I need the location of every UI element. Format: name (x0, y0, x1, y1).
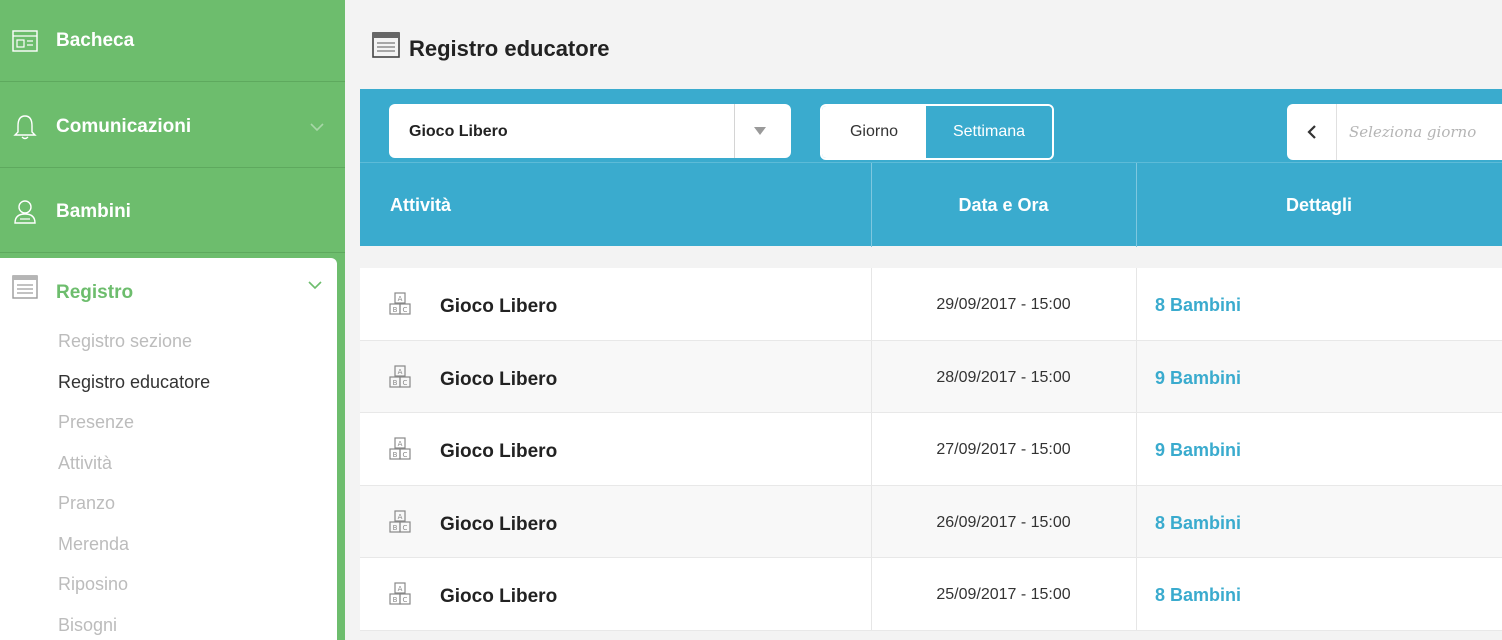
chevron-down-icon[interactable] (307, 280, 323, 290)
svg-text:A: A (398, 295, 403, 303)
activity-table-body: A B C Gioco Libero 29/09/2017 - 15:00 8 … (360, 268, 1502, 631)
sidebar-item-bambini[interactable]: Bambini (0, 171, 345, 253)
child-icon (14, 199, 36, 224)
sidebar-item-registro[interactable]: Registro (56, 282, 133, 304)
abc-blocks-icon: A B C (389, 437, 411, 460)
view-toggle: Giorno Settimana (820, 104, 1054, 160)
board-icon (12, 29, 38, 52)
abc-blocks-icon: A B C (389, 364, 411, 388)
abc-blocks-icon: A B C (389, 582, 411, 605)
sidebar-item-comunicazioni[interactable]: Comunicazioni (0, 86, 345, 168)
activity-datetime: 26/09/2017 - 15:00 (936, 513, 1071, 531)
children-count-link[interactable]: 8 Bambini (1155, 513, 1241, 534)
sidebar-item-label: Comunicazioni (56, 115, 192, 137)
activity-datetime: 29/09/2017 - 15:00 (936, 296, 1071, 313)
svg-text:B: B (393, 379, 398, 387)
svg-text:A: A (398, 513, 403, 521)
submenu-item-presenze[interactable]: Presenze (58, 402, 210, 443)
activity-name: Gioco Libero (440, 513, 558, 535)
registro-submenu: Registro sezione Registro educatore Pres… (58, 321, 210, 640)
column-divider (1136, 413, 1137, 485)
column-divider (1136, 485, 1137, 557)
date-navigator (1287, 104, 1502, 160)
previous-date-button[interactable] (1287, 104, 1337, 160)
view-week-button[interactable]: Settimana (926, 106, 1052, 158)
chevron-down-icon (310, 122, 324, 131)
column-divider (1136, 340, 1137, 412)
sidebar-item-label: Bacheca (56, 29, 135, 51)
table-row[interactable]: A B C Gioco Libero 25/09/2017 - 15:00 8 … (360, 558, 1502, 631)
svg-text:C: C (403, 451, 408, 459)
activity-datetime: 28/09/2017 - 15:00 (936, 368, 1071, 386)
submenu-item-registro-sezione[interactable]: Registro sezione (58, 321, 210, 362)
svg-text:A: A (398, 440, 403, 448)
activity-select-value: Gioco Libero (409, 123, 508, 140)
activity-select[interactable]: Gioco Libero (389, 104, 791, 158)
table-header: Attività Data e Ora Dettagli (360, 162, 1502, 247)
activity-datetime: 27/09/2017 - 15:00 (936, 441, 1071, 458)
abc-blocks-icon: A B C (389, 509, 411, 533)
children-count-link[interactable]: 9 Bambini (1155, 368, 1241, 389)
sidebar-item-bacheca[interactable]: Bacheca (0, 0, 345, 82)
svg-text:A: A (398, 368, 403, 376)
select-divider (734, 104, 735, 158)
submenu-item-bisogni[interactable]: Bisogni (58, 605, 210, 640)
chevron-left-icon (1306, 125, 1316, 139)
submenu-item-pranzo[interactable]: Pranzo (58, 483, 210, 524)
activity-name: Gioco Libero (440, 368, 558, 390)
column-divider (1136, 558, 1137, 630)
activity-datetime: 25/09/2017 - 15:00 (936, 586, 1071, 603)
children-count-link[interactable]: 9 Bambini (1155, 440, 1241, 461)
activity-name: Gioco Libero (440, 296, 558, 317)
filter-toolbar: Gioco Libero Giorno Settimana (360, 89, 1502, 162)
submenu-item-riposino[interactable]: Riposino (58, 564, 210, 605)
submenu-item-attivita[interactable]: Attività (58, 443, 210, 484)
main-content: Registro educatore Gioco Libero Giorno S… (345, 0, 1502, 640)
view-day-button[interactable]: Giorno (822, 106, 926, 158)
table-row[interactable]: A B C Gioco Libero 28/09/2017 - 15:00 9 … (360, 340, 1502, 413)
sidebar: Bacheca Comunicazioni Bambini Registro R… (0, 0, 345, 640)
children-count-link[interactable]: 8 Bambini (1155, 585, 1241, 606)
table-row[interactable]: A B C Gioco Libero 26/09/2017 - 15:00 8 … (360, 485, 1502, 558)
svg-text:B: B (393, 524, 398, 532)
svg-text:B: B (393, 306, 398, 314)
sidebar-section-registro: Registro Registro sezione Registro educa… (0, 258, 337, 640)
abc-blocks-icon: A B C (389, 292, 411, 315)
svg-text:B: B (393, 596, 398, 604)
svg-text:C: C (403, 379, 408, 387)
register-icon (12, 275, 38, 299)
sidebar-item-label: Bambini (56, 200, 131, 222)
svg-text:A: A (398, 585, 403, 593)
page-title: Registro educatore (409, 36, 610, 61)
register-icon (372, 32, 400, 58)
children-count-link[interactable]: 8 Bambini (1155, 295, 1241, 316)
svg-text:B: B (393, 451, 398, 459)
column-divider (1136, 268, 1137, 340)
date-picker-input[interactable] (1339, 104, 1502, 160)
svg-text:C: C (403, 306, 408, 314)
column-header-details: Dettagli (1285, 195, 1352, 215)
svg-text:C: C (403, 524, 408, 532)
caret-down-icon[interactable] (753, 126, 767, 136)
column-header-datetime: Data e Ora (958, 195, 1049, 215)
activity-name: Gioco Libero (440, 441, 558, 462)
bell-icon (13, 114, 37, 139)
table-row[interactable]: A B C Gioco Libero 29/09/2017 - 15:00 8 … (360, 268, 1502, 341)
submenu-item-registro-educatore[interactable]: Registro educatore (58, 362, 210, 403)
svg-text:C: C (403, 596, 408, 604)
submenu-item-merenda[interactable]: Merenda (58, 524, 210, 565)
column-header-activity: Attività (390, 195, 452, 215)
table-row[interactable]: A B C Gioco Libero 27/09/2017 - 15:00 9 … (360, 413, 1502, 486)
activity-name: Gioco Libero (440, 586, 558, 607)
